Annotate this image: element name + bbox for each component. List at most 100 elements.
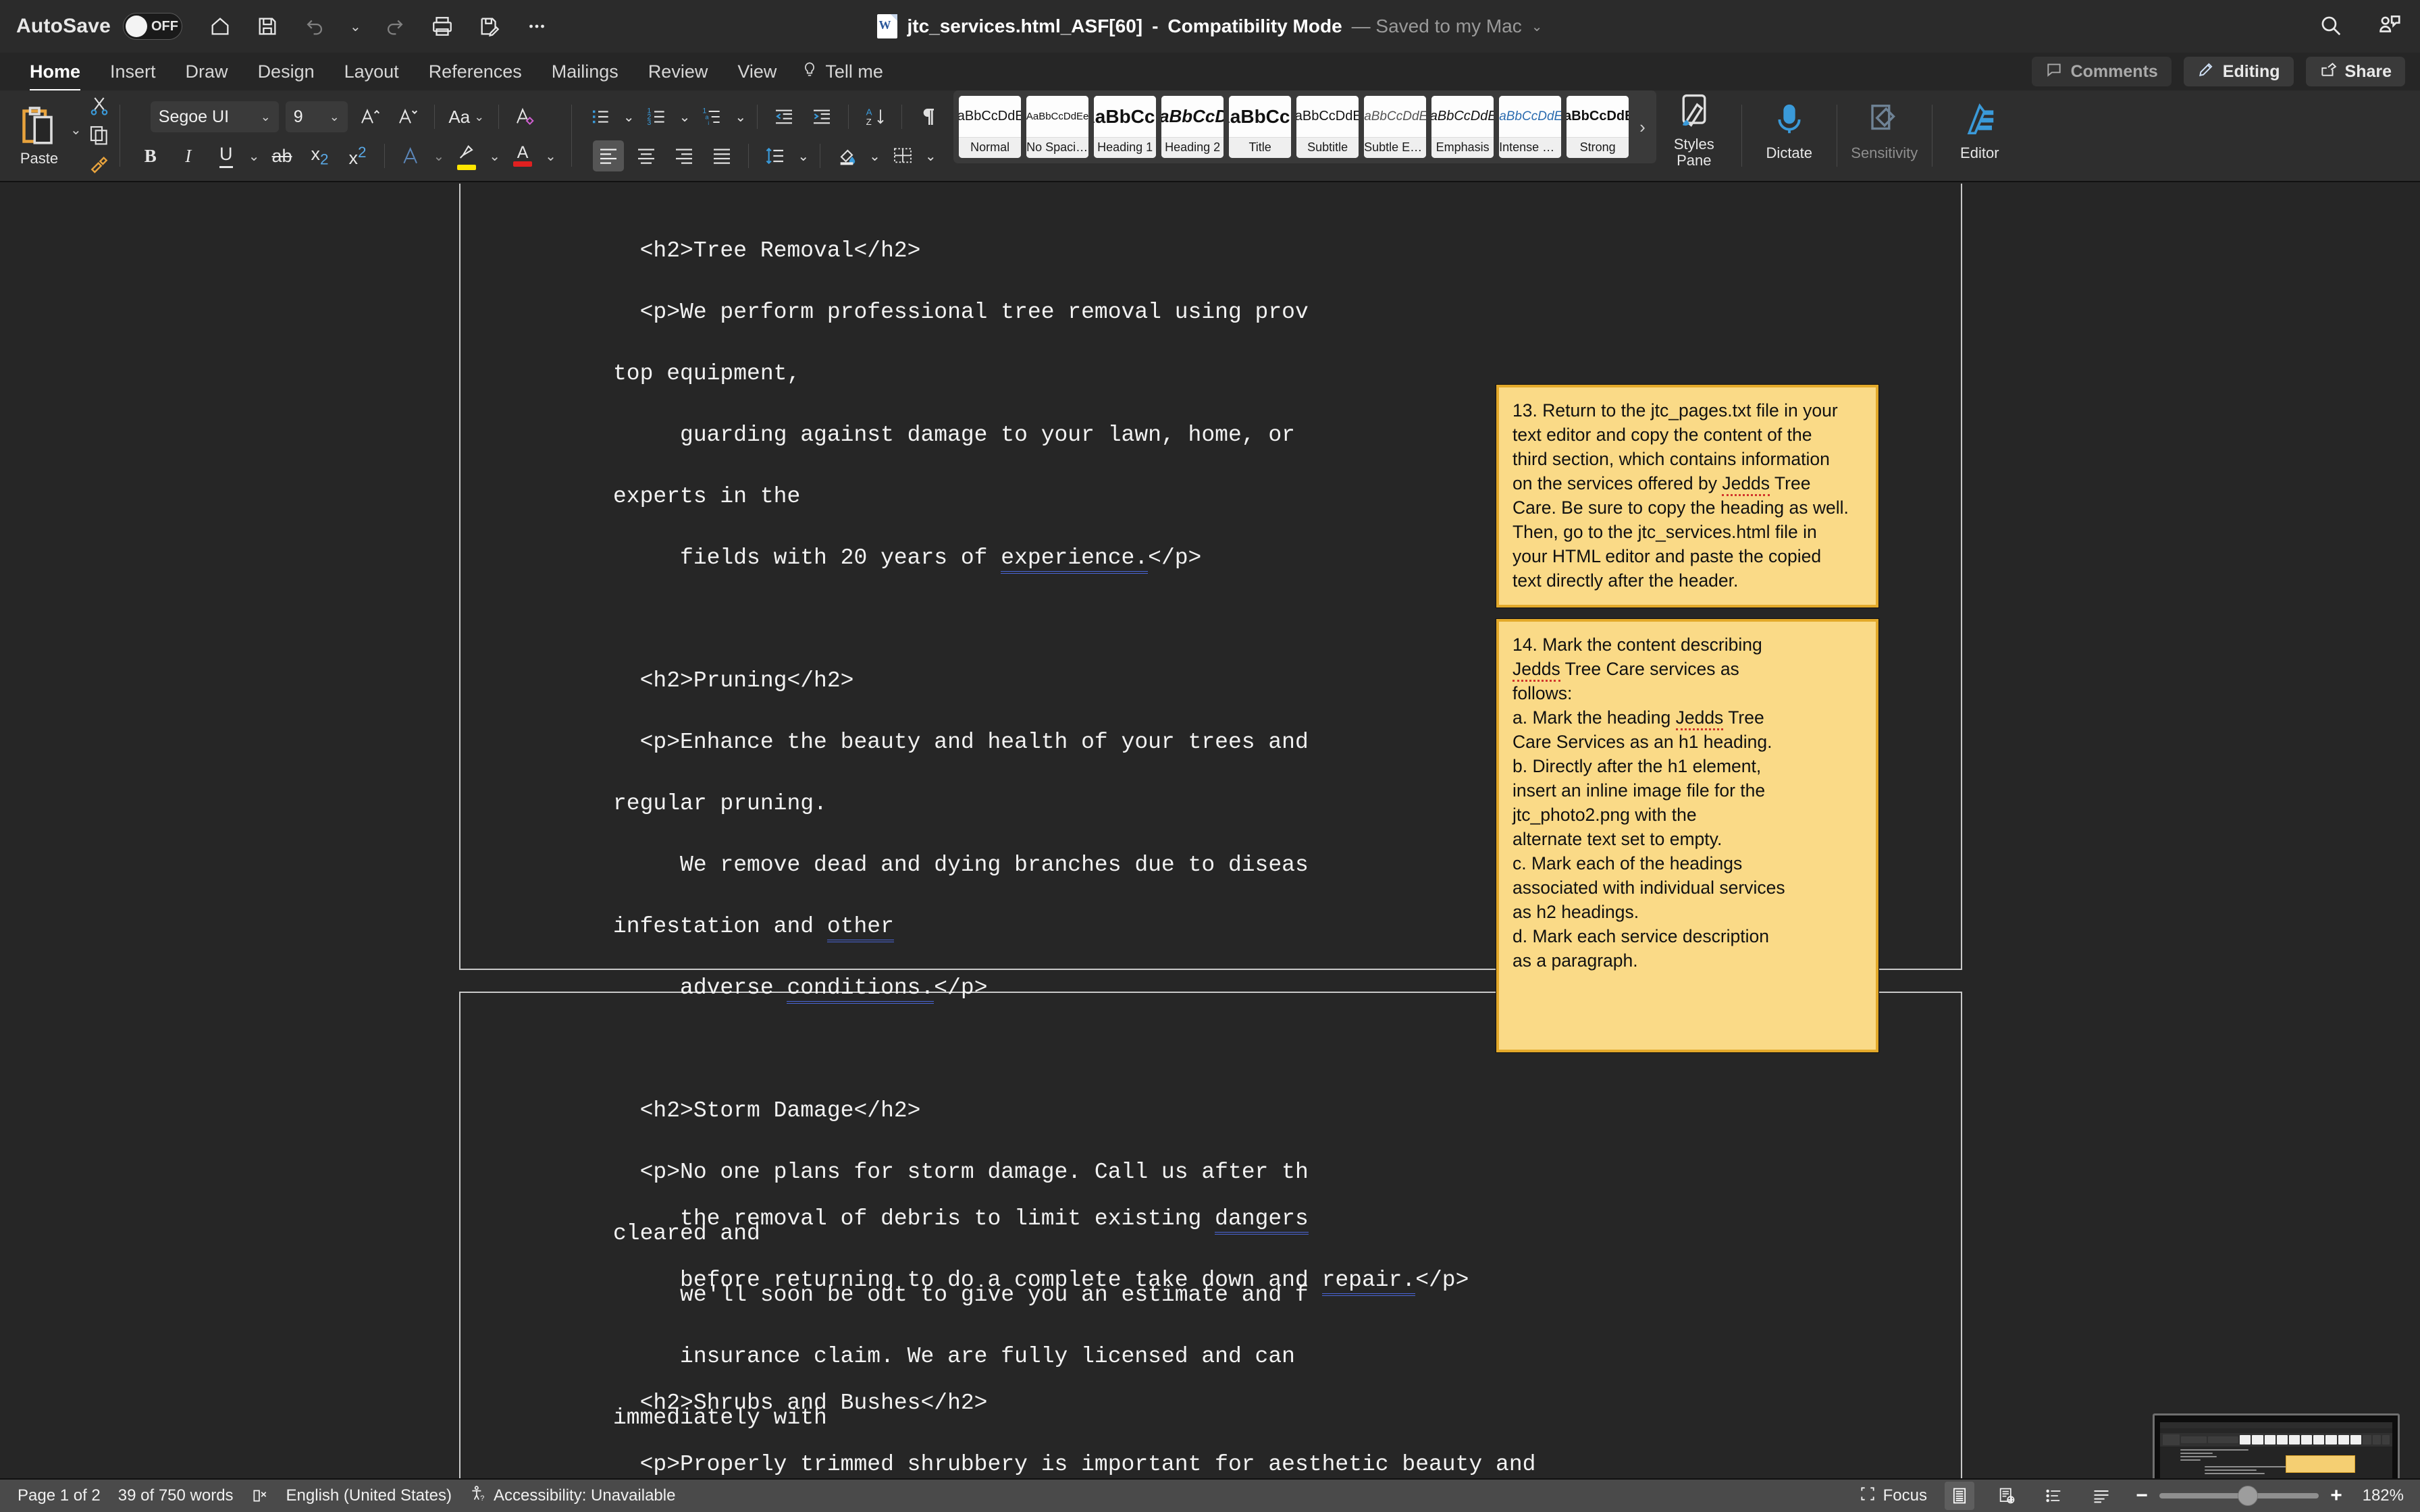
underline-button[interactable]: U [211, 140, 242, 171]
tab-layout[interactable]: Layout [330, 59, 414, 85]
save-as-icon[interactable] [476, 13, 503, 40]
style-no-spacing[interactable]: AaBbCcDdEe No Spacing [1026, 96, 1089, 158]
styles-pane-button[interactable]: Styles Pane [1656, 90, 1732, 171]
shading-icon[interactable] [831, 140, 862, 171]
scissors-icon[interactable] [88, 95, 110, 120]
decrease-indent-icon[interactable] [768, 101, 799, 132]
tab-draw[interactable]: Draw [171, 59, 243, 85]
font-size-combobox[interactable]: 9 ⌄ [285, 101, 348, 132]
tab-view[interactable]: View [722, 59, 791, 85]
style-intense-emphasis[interactable]: AaBbCcDdEeIntense Emp... [1499, 96, 1562, 158]
italic-button[interactable]: I [173, 140, 204, 171]
outline-icon[interactable] [2039, 1482, 2069, 1510]
autosave-toggle[interactable]: OFF [122, 13, 182, 40]
undo-dropdown-caret[interactable]: ⌄ [350, 18, 361, 35]
format-painter-icon[interactable] [88, 153, 110, 178]
bold-button[interactable]: B [135, 140, 166, 171]
shrink-font-button[interactable] [392, 101, 423, 132]
increase-indent-icon[interactable] [806, 101, 837, 132]
pilcrow-icon[interactable] [913, 101, 944, 132]
multilevel-list-icon[interactable]: 1ai [697, 101, 728, 132]
sensitivity-button[interactable]: Sensitivity [1847, 90, 1922, 171]
zoom-slider-handle[interactable] [2238, 1486, 2258, 1506]
bullets-icon[interactable] [585, 101, 616, 132]
print-icon[interactable] [429, 13, 456, 40]
strikethrough-button[interactable]: ab [267, 140, 298, 171]
focus-mode-button[interactable]: Focus [1859, 1485, 1927, 1507]
redo-icon[interactable] [382, 13, 409, 40]
styles-gallery-more-button[interactable]: › [1634, 117, 1651, 138]
style-heading-2[interactable]: AaBbCcDdHeading 2 [1161, 96, 1224, 158]
tell-me-button[interactable]: Tell me [791, 59, 883, 84]
more-options-icon[interactable] [523, 13, 550, 40]
sort-az-icon[interactable]: AZ [860, 101, 891, 132]
share-button[interactable]: Share [2305, 57, 2405, 86]
undo-icon[interactable] [301, 13, 328, 40]
text-effects-button[interactable] [396, 140, 427, 171]
style-heading-1[interactable]: AaBbCcDHeading 1 [1094, 96, 1157, 158]
chevron-down-icon[interactable]: ⌄ [679, 109, 691, 126]
chevron-down-icon[interactable]: ⌄ [489, 148, 500, 165]
web-layout-icon[interactable] [1992, 1482, 2022, 1510]
underline-dropdown-caret[interactable]: ⌄ [248, 148, 260, 165]
style-strong[interactable]: AaBbCcDdEeStrong [1567, 96, 1629, 158]
numbering-icon[interactable]: 123 [641, 101, 673, 132]
comments-button[interactable]: Comments [2031, 57, 2172, 86]
change-case-button[interactable]: Aa ⌄ [446, 101, 488, 132]
language-indicator[interactable]: English (United States) [286, 1486, 452, 1505]
dictate-button[interactable]: Dictate [1752, 90, 1827, 171]
collaborator-icon[interactable] [2377, 12, 2402, 41]
clear-formatting-button[interactable] [510, 101, 541, 132]
style-subtitle[interactable]: AaBbCcDdEeSubtitle [1296, 96, 1359, 158]
align-right-icon[interactable] [668, 140, 700, 171]
tab-design[interactable]: Design [243, 59, 330, 85]
copy-icon[interactable] [88, 124, 110, 149]
chevron-down-icon[interactable]: ⌄ [869, 148, 880, 165]
tab-mailings[interactable]: Mailings [537, 59, 633, 85]
save-icon[interactable] [254, 13, 281, 40]
instruction-note-13[interactable]: 13. Return to the jtc_pages.txt file in … [1496, 385, 1878, 608]
subscript-button[interactable]: x2 [305, 140, 336, 171]
page-indicator[interactable]: Page 1 of 2 [18, 1486, 101, 1505]
zoom-slider[interactable] [2159, 1486, 2319, 1506]
editor-button[interactable]: Editor [1942, 90, 2018, 171]
style-normal[interactable]: AaBbCcDdEeNormal [959, 96, 1022, 158]
paste-button[interactable]: Paste [11, 105, 68, 167]
highlight-color-button[interactable] [451, 140, 482, 171]
zoom-out-button[interactable]: − [2134, 1484, 2150, 1507]
chevron-down-icon[interactable]: ⌄ [545, 148, 556, 165]
superscript-button[interactable]: x2 [342, 140, 373, 171]
chevron-down-icon[interactable]: ⌄ [735, 109, 746, 126]
font-name-combobox[interactable]: Segoe UI ⌄ [150, 101, 279, 132]
instruction-note-14[interactable]: 14. Mark the content describing Jedds Tr… [1496, 619, 1878, 1052]
tab-references[interactable]: References [414, 59, 537, 85]
editing-mode-button[interactable]: Editing [2183, 57, 2294, 86]
font-color-button[interactable]: A [507, 140, 538, 171]
home-icon[interactable] [207, 13, 234, 40]
borders-icon[interactable] [887, 140, 918, 171]
search-icon[interactable] [2317, 12, 2343, 41]
print-layout-icon[interactable] [1945, 1482, 1974, 1510]
tab-review[interactable]: Review [633, 59, 723, 85]
style-emphasis[interactable]: AaBbCcDdEeEmphasis [1431, 96, 1494, 158]
document-body-text-page-2[interactable]: the removal of debris to limit existing … [613, 1172, 2166, 1480]
zoom-level-label[interactable]: 182% [2354, 1486, 2404, 1505]
justify-icon[interactable] [706, 140, 737, 171]
tab-insert[interactable]: Insert [95, 59, 171, 85]
align-left-icon[interactable] [593, 140, 625, 171]
chevron-down-icon[interactable]: ⌄ [433, 148, 445, 165]
proofing-errors-icon[interactable] [251, 1487, 269, 1505]
align-center-icon[interactable] [631, 140, 662, 171]
chevron-down-icon[interactable]: ⌄ [797, 148, 809, 165]
line-spacing-icon[interactable] [760, 140, 791, 171]
chevron-down-icon[interactable]: ⌄ [623, 109, 635, 126]
chevron-down-icon[interactable]: ⌄ [925, 148, 937, 165]
accessibility-indicator[interactable]: ? Accessibility: Unavailable [469, 1485, 675, 1507]
zoom-control[interactable]: − + 182% [2134, 1484, 2404, 1507]
draft-icon[interactable] [2086, 1482, 2116, 1510]
style-subtle-emphasis[interactable]: AaBbCcDdEeSubtle Emph... [1364, 96, 1427, 158]
tab-home[interactable]: Home [15, 59, 95, 92]
style-title[interactable]: AaBbCcDTitle [1229, 96, 1292, 158]
grow-font-button[interactable] [354, 101, 386, 132]
screen-share-preview[interactable] [2153, 1413, 2400, 1480]
